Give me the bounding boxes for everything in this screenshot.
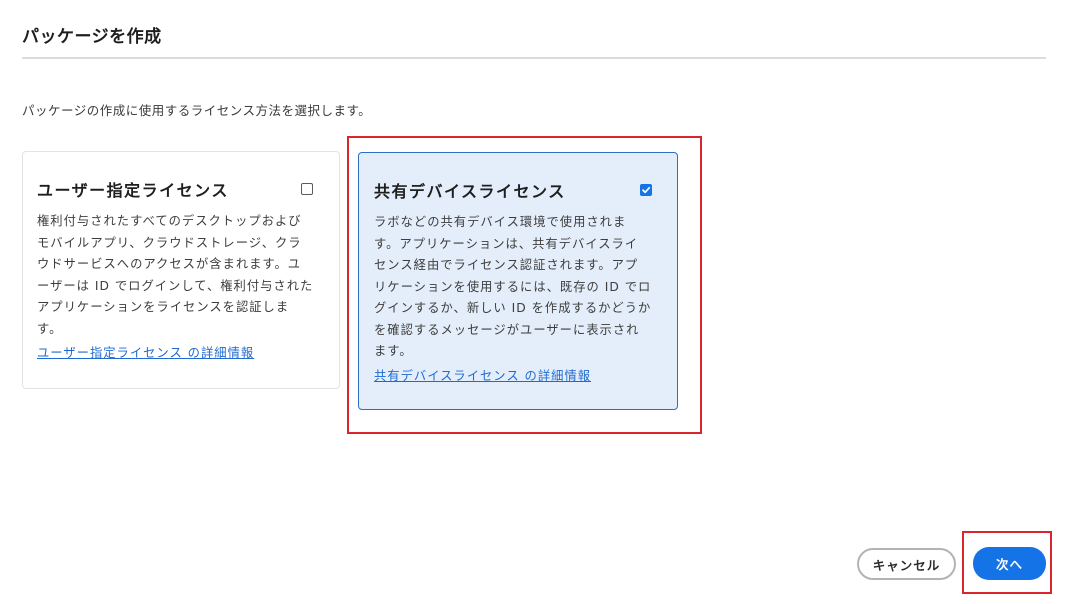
card-title: 共有デバイスライセンス (374, 182, 566, 201)
description-line: 権利付与されたすべてのデスクトップおよび (37, 214, 302, 228)
next-button[interactable]: 次へ (973, 547, 1046, 580)
description-line: モバイルアプリ、クラウドストレージ、クラ (37, 235, 302, 250)
description-line: センス経由でライセンス認証されます。アプ (374, 258, 639, 272)
description-line: す。 (37, 321, 63, 336)
intro-text: パッケージの作成に使用するライセンス方法を選択します。 (22, 103, 372, 118)
user-specified-details-link[interactable]: ユーザー指定ライセンス の詳細情報 (37, 343, 254, 361)
description-line: ます。 (374, 344, 413, 358)
license-option-user-specified[interactable]: ユーザー指定ライセンス 権利付与されたすべてのデスクトップおよび モバイルアプリ… (22, 151, 340, 389)
page-title: パッケージを作成 (22, 27, 162, 47)
description-line: アプリケーションをライセンスを認証しま (37, 300, 290, 314)
title-divider (22, 57, 1046, 59)
card-header: ユーザー指定ライセンス (37, 177, 325, 201)
description-line: を確認するメッセージがユーザーに表示され (374, 322, 640, 337)
card-description: 権利付与されたすべてのデスクトップおよび モバイルアプリ、クラウドストレージ、ク… (37, 211, 325, 340)
cancel-button[interactable]: キャンセル (857, 548, 956, 580)
card-header: 共有デバイスライセンス (374, 178, 662, 202)
description-line: す。アプリケーションは、共有デバイスライ (374, 236, 639, 251)
create-package-dialog: パッケージを作成 パッケージの作成に使用するライセンス方法を選択します。 ユーザ… (0, 0, 1069, 604)
description-line: グインするか、新しい ID を作成するかどうか (374, 301, 652, 315)
description-line: リケーションを使用するには、既存の ID でロ (374, 279, 652, 294)
user-specified-checkbox[interactable] (301, 183, 313, 195)
shared-device-details-link[interactable]: 共有デバイスライセンス の詳細情報 (374, 366, 591, 384)
card-description: ラボなどの共有デバイス環境で使用されま す。アプリケーションは、共有デバイスライ… (374, 212, 662, 363)
description-line: ーザーは ID でログインして、権利付与された (37, 278, 314, 293)
description-line: ラボなどの共有デバイス環境で使用されま (374, 215, 627, 229)
description-line: ウドサービスへのアクセスが含まれます。ユ (37, 257, 302, 271)
checkmark-icon (642, 186, 651, 194)
card-title: ユーザー指定ライセンス (37, 181, 229, 200)
license-option-shared-device[interactable]: 共有デバイスライセンス ラボなどの共有デバイス環境で使用されま す。アプリケーシ… (358, 152, 678, 410)
shared-device-checkbox[interactable] (640, 184, 652, 196)
